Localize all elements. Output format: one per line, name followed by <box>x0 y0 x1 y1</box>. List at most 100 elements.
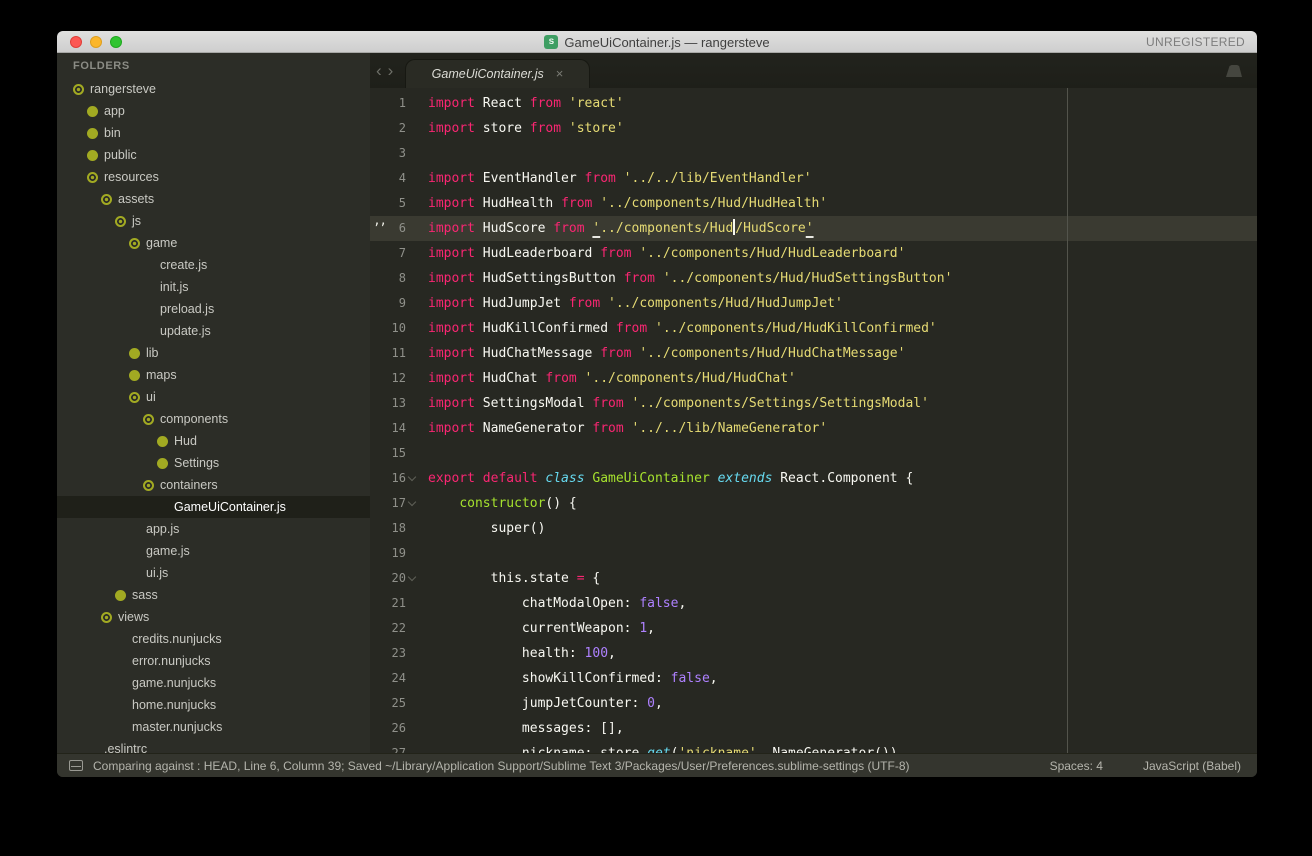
tree-file-home.nunjucks[interactable]: home.nunjucks <box>57 694 370 716</box>
line-content: import HudKillConfirmed from '../compone… <box>418 316 937 341</box>
gutter: 24 <box>370 666 418 691</box>
tree-folder-views[interactable]: views <box>57 606 370 628</box>
forward-arrow-icon[interactable]: › <box>388 61 394 81</box>
tree-file-preload.js[interactable]: preload.js <box>57 298 370 320</box>
back-arrow-icon[interactable]: ‹ <box>376 61 382 81</box>
folder-closed-icon <box>129 370 140 381</box>
code-line-12[interactable]: 12import HudChat from '../components/Hud… <box>370 366 1257 391</box>
tree-item-label: create.js <box>160 258 207 272</box>
tree-file-create.js[interactable]: create.js <box>57 254 370 276</box>
line-content: import EventHandler from '../../lib/Even… <box>418 166 812 191</box>
code-line-4[interactable]: 4import EventHandler from '../../lib/Eve… <box>370 166 1257 191</box>
line-number: 20 <box>392 571 406 585</box>
tree-file-error.nunjucks[interactable]: error.nunjucks <box>57 650 370 672</box>
tree-file-update.js[interactable]: update.js <box>57 320 370 342</box>
code-line-18[interactable]: 18 super() <box>370 516 1257 541</box>
syntax-setting[interactable]: JavaScript (Babel) <box>1143 759 1241 773</box>
title-bar[interactable]: s GameUiContainer.js — rangersteve UNREG… <box>57 31 1257 53</box>
line-content: this.state = { <box>418 566 600 591</box>
code-line-2[interactable]: 2import store from 'store' <box>370 116 1257 141</box>
tree-file-.eslintrc[interactable]: .eslintrc <box>57 738 370 753</box>
code-line-26[interactable]: 26 messages: [], <box>370 716 1257 741</box>
tree-folder-app[interactable]: app <box>57 100 370 122</box>
code-line-24[interactable]: 24 showKillConfirmed: false, <box>370 666 1257 691</box>
tree-folder-bin[interactable]: bin <box>57 122 370 144</box>
code-line-22[interactable]: 22 currentWeapon: 1, <box>370 616 1257 641</box>
folder-closed-icon <box>87 128 98 139</box>
tree-file-game.js[interactable]: game.js <box>57 540 370 562</box>
tree-folder-components[interactable]: components <box>57 408 370 430</box>
tree-folder-public[interactable]: public <box>57 144 370 166</box>
line-content <box>418 141 428 166</box>
tree-folder-resources[interactable]: resources <box>57 166 370 188</box>
tab-overflow-icon[interactable] <box>1226 65 1242 77</box>
tree-file-init.js[interactable]: init.js <box>57 276 370 298</box>
document-proxy-icon[interactable]: s <box>544 35 558 49</box>
fold-chevron-icon[interactable] <box>408 474 417 483</box>
tree-file-GameUiContainer.js[interactable]: GameUiContainer.js <box>57 496 370 518</box>
tree-folder-Settings[interactable]: Settings <box>57 452 370 474</box>
tree-file-ui.js[interactable]: ui.js <box>57 562 370 584</box>
line-number: 25 <box>392 696 406 710</box>
code-line-21[interactable]: 21 chatModalOpen: false, <box>370 591 1257 616</box>
line-content: import React from 'react' <box>418 91 624 116</box>
code-line-11[interactable]: 11import HudChatMessage from '../compone… <box>370 341 1257 366</box>
code-line-8[interactable]: 8import HudSettingsButton from '../compo… <box>370 266 1257 291</box>
tab-label: GameUiContainer.js <box>432 67 544 81</box>
code-line-13[interactable]: 13import SettingsModal from '../componen… <box>370 391 1257 416</box>
tree-folder-rangersteve[interactable]: rangersteve <box>57 78 370 100</box>
gutter: 4 <box>370 166 418 191</box>
tree-item-label: assets <box>118 192 154 206</box>
line-content: super() <box>418 516 545 541</box>
tree-folder-ui[interactable]: ui <box>57 386 370 408</box>
line-number: 2 <box>399 121 406 135</box>
tree-folder-assets[interactable]: assets <box>57 188 370 210</box>
code-line-9[interactable]: 9import HudJumpJet from '../components/H… <box>370 291 1257 316</box>
gutter: 18 <box>370 516 418 541</box>
indent-setting[interactable]: Spaces: 4 <box>1050 759 1103 773</box>
tree-item-label: init.js <box>160 280 188 294</box>
tree-item-label: lib <box>146 346 159 360</box>
code-line-17[interactable]: 17 constructor() { <box>370 491 1257 516</box>
code-line-5[interactable]: 5import HudHealth from '../components/Hu… <box>370 191 1257 216</box>
tree-folder-js[interactable]: js <box>57 210 370 232</box>
code-line-19[interactable]: 19 <box>370 541 1257 566</box>
code-line-25[interactable]: 25 jumpJetCounter: 0, <box>370 691 1257 716</box>
code-line-23[interactable]: 23 health: 100, <box>370 641 1257 666</box>
gutter: 14 <box>370 416 418 441</box>
tree-file-app.js[interactable]: app.js <box>57 518 370 540</box>
code-line-16[interactable]: 16export default class GameUiContainer e… <box>370 466 1257 491</box>
fold-chevron-icon[interactable] <box>408 574 417 583</box>
code-line-1[interactable]: 1import React from 'react' <box>370 91 1257 116</box>
code-area[interactable]: 1import React from 'react'2import store … <box>370 88 1257 753</box>
tab-gameuicontainer[interactable]: GameUiContainer.js × <box>405 59 590 88</box>
tab-close-icon[interactable]: × <box>556 68 564 80</box>
tree-folder-Hud[interactable]: Hud <box>57 430 370 452</box>
code-lines: 1import React from 'react'2import store … <box>370 91 1257 753</box>
code-line-15[interactable]: 15 <box>370 441 1257 466</box>
code-line-7[interactable]: 7import HudLeaderboard from '../componen… <box>370 241 1257 266</box>
line-number: 9 <box>399 296 406 310</box>
code-line-14[interactable]: 14import NameGenerator from '../../lib/N… <box>370 416 1257 441</box>
tree-folder-containers[interactable]: containers <box>57 474 370 496</box>
sidebar: FOLDERS rangersteveappbinpublicresources… <box>57 53 370 753</box>
tree-folder-maps[interactable]: maps <box>57 364 370 386</box>
window-title-group: s GameUiContainer.js — rangersteve <box>57 31 1257 53</box>
line-number: 16 <box>392 471 406 485</box>
code-line-6[interactable]: ’’6import HudScore from '../components/H… <box>370 216 1257 241</box>
fold-chevron-icon[interactable] <box>408 499 417 508</box>
tree-folder-game[interactable]: game <box>57 232 370 254</box>
code-line-20[interactable]: 20 this.state = { <box>370 566 1257 591</box>
line-number: 11 <box>392 346 406 360</box>
tree-file-credits.nunjucks[interactable]: credits.nunjucks <box>57 628 370 650</box>
tree-file-game.nunjucks[interactable]: game.nunjucks <box>57 672 370 694</box>
tree-item-label: master.nunjucks <box>132 720 222 734</box>
code-line-10[interactable]: 10import HudKillConfirmed from '../compo… <box>370 316 1257 341</box>
tree-folder-lib[interactable]: lib <box>57 342 370 364</box>
line-content <box>418 541 428 566</box>
code-line-3[interactable]: 3 <box>370 141 1257 166</box>
tree-folder-sass[interactable]: sass <box>57 584 370 606</box>
tree-file-master.nunjucks[interactable]: master.nunjucks <box>57 716 370 738</box>
panel-toggle-icon[interactable] <box>69 760 83 771</box>
code-line-27[interactable]: 27 nickname: store.get('nickname', NameG… <box>370 741 1257 753</box>
